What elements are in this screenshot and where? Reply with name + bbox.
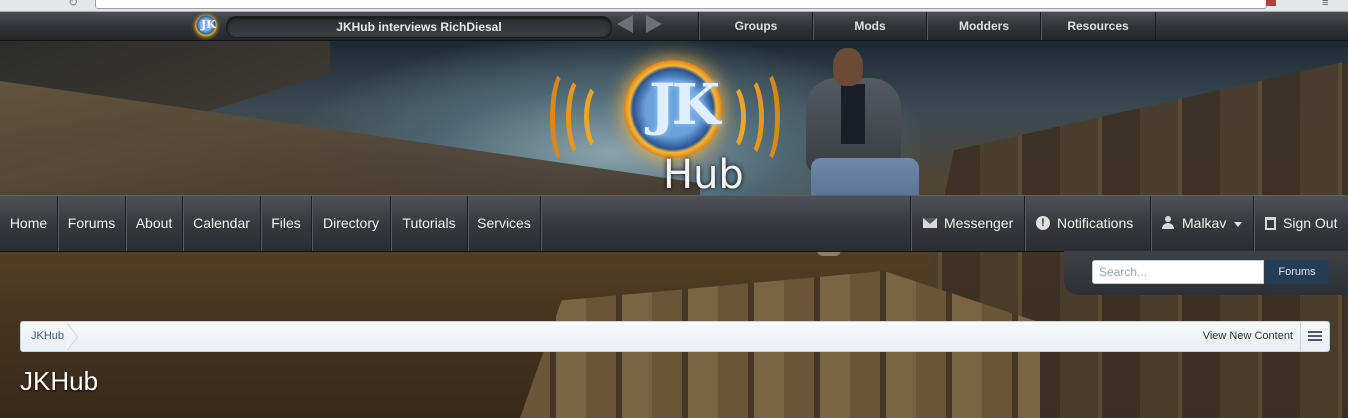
user-icon (1161, 216, 1175, 230)
trash-icon (1265, 216, 1276, 230)
search-panel: Forums (1064, 251, 1348, 295)
chevron-down-icon (1234, 221, 1243, 227)
page-title: JKHub (20, 366, 99, 396)
browser-address-bar[interactable] (95, 0, 1267, 9)
user-menu[interactable]: Malkav (1150, 196, 1252, 251)
top-bar: JK JKHub interviews RichDiesal Groups Mo… (0, 12, 1348, 41)
browser-chrome: ↻ ≡ (0, 0, 1348, 12)
toplink-resources[interactable]: Resources (1040, 12, 1156, 40)
messenger-link[interactable]: Messenger (910, 196, 1023, 251)
envelope-icon (923, 218, 937, 229)
breadcrumb-separator (66, 322, 79, 351)
nav-forums[interactable]: Forums (58, 196, 126, 251)
news-ticker[interactable]: JKHub interviews RichDiesal (226, 16, 612, 38)
nav-directory[interactable]: Directory (312, 196, 391, 251)
browser-extension-icon[interactable] (1266, 0, 1276, 6)
notifications-link[interactable]: ! Notifications (1024, 196, 1149, 251)
browser-refresh-icon[interactable]: ↻ (68, 0, 78, 9)
ticker-prev-icon[interactable] (617, 15, 633, 33)
search-scope-button[interactable]: Forums (1265, 260, 1329, 284)
logo-wordmark: Hub (663, 152, 744, 198)
toplink-groups[interactable]: Groups (698, 12, 813, 40)
view-new-content-link[interactable]: View New Content (1203, 322, 1293, 351)
logo-letters: JK (649, 72, 720, 138)
list-view-button[interactable] (1300, 322, 1329, 351)
nav-tutorials[interactable]: Tutorials (391, 196, 468, 251)
nav-files[interactable]: Files (261, 196, 312, 251)
browser-menu-icon[interactable]: ≡ (1322, 0, 1328, 9)
main-nav: Home Forums About Calendar Files Directo… (0, 195, 1348, 252)
toplink-modders[interactable]: Modders (926, 12, 1041, 40)
nav-about[interactable]: About (126, 196, 183, 251)
site-logo[interactable]: JK Hub (548, 60, 798, 210)
nav-services[interactable]: Services (468, 196, 541, 251)
breadcrumb-bar: JKHub View New Content (20, 321, 1330, 352)
ticker-next-icon[interactable] (646, 15, 662, 33)
list-icon (1308, 331, 1322, 333)
toplink-mods[interactable]: Mods (812, 12, 927, 40)
alert-icon: ! (1036, 216, 1050, 231)
search-input[interactable] (1092, 260, 1264, 284)
nav-home[interactable]: Home (0, 196, 58, 251)
site-mini-logo[interactable]: JK (195, 15, 217, 37)
nav-calendar[interactable]: Calendar (183, 196, 261, 251)
sign-out-link[interactable]: Sign Out (1253, 196, 1348, 251)
